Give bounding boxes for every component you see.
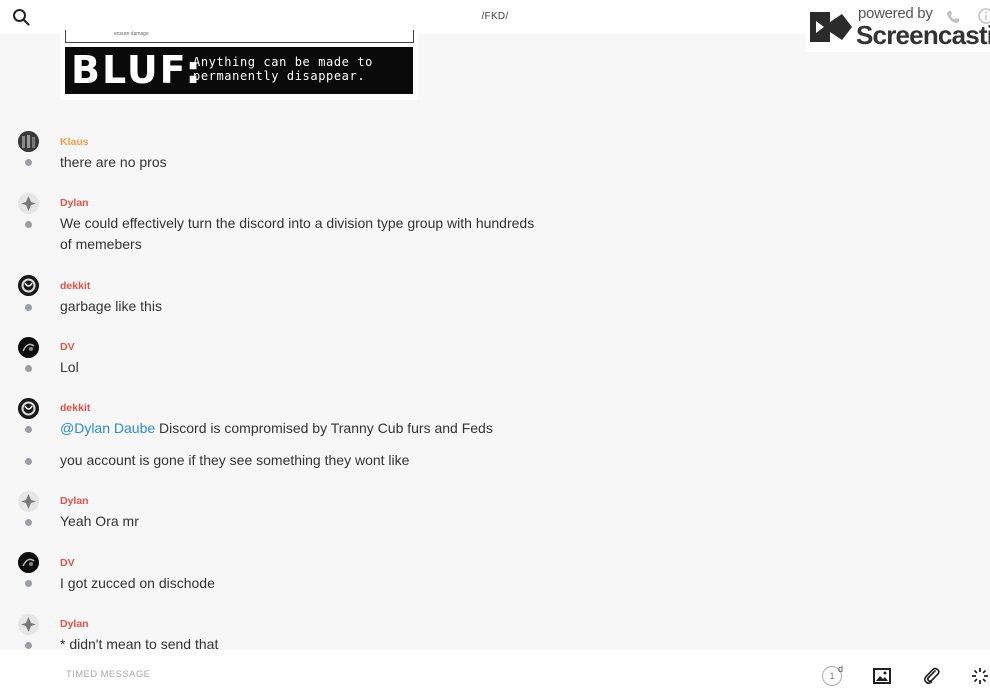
message-composer: TIMED MESSAGE 1 d [0,650,990,700]
info-icon[interactable] [978,8,990,24]
bluf-line-2: permanently disappear. [193,69,366,83]
message-author[interactable]: Dylan [60,618,89,630]
message-dot [25,426,32,433]
message-text: We could effectively turn the discord in… [60,213,560,255]
image-icon[interactable] [872,666,892,686]
message-dot [25,365,32,372]
message-text: @Dylan Daube Discord is compromised by T… [60,418,560,439]
avatar[interactable] [18,275,39,296]
timed-message-input[interactable]: TIMED MESSAGE [66,669,150,680]
message-text: garbage like this [60,298,162,314]
avatar[interactable] [18,131,39,152]
phone-icon[interactable] [946,10,960,24]
message-text: Yeah Ora mr [60,513,139,529]
message-dot [25,580,32,587]
message-author[interactable]: Dylan [60,197,89,209]
message-text: Lol [60,359,79,375]
message-dot [25,519,32,526]
message-text: there are no pros [60,154,167,170]
message-line: We could effectively turn the discord in… [60,215,535,231]
message-author[interactable]: DV [60,557,75,569]
message-author[interactable]: dekkit [60,402,90,414]
screencastify-logo [810,12,852,42]
message-dot [25,458,32,465]
image-strip-text: ensure damage [114,31,149,37]
avatar[interactable] [18,398,39,419]
avatar[interactable] [18,491,39,512]
message-body: Discord is compromised by Tranny Cub fur… [159,420,493,436]
message-dot [25,304,32,311]
user-mention[interactable]: @Dylan Daube [60,420,155,436]
message-text: you account is gone if they see somethin… [60,452,410,468]
screencastify-watermark: powered by Screencastify [806,2,990,52]
avatar[interactable] [18,614,39,635]
image-top-strip: ensure damage [65,30,414,43]
message-author[interactable]: DV [60,341,75,353]
message-line: of memebers [60,236,142,252]
paperclip-icon[interactable] [922,666,942,686]
bluf-heading: BLUF: [71,48,203,92]
image-attachment[interactable]: ensure damage BLUF: Anything can be made… [60,30,418,100]
message-author[interactable]: dekkit [60,280,90,292]
timer-unit: d [838,664,844,674]
message-dot [25,221,32,228]
bluf-caption: Anything can be made to permanently disa… [193,55,373,83]
bluf-banner: BLUF: Anything can be made to permanentl… [65,47,413,94]
message-dot [25,642,32,649]
watermark-brand: Screencastify [856,20,990,50]
avatar[interactable] [18,193,39,214]
bluf-line-1: Anything can be made to [193,55,373,69]
avatar[interactable] [18,552,39,573]
avatar[interactable] [18,337,39,358]
message-author[interactable]: Klaus [60,136,89,148]
sparkle-icon[interactable] [970,666,990,686]
message-author[interactable]: Dylan [60,495,89,507]
message-dot [25,159,32,166]
message-text: I got zucced on dischode [60,575,215,591]
